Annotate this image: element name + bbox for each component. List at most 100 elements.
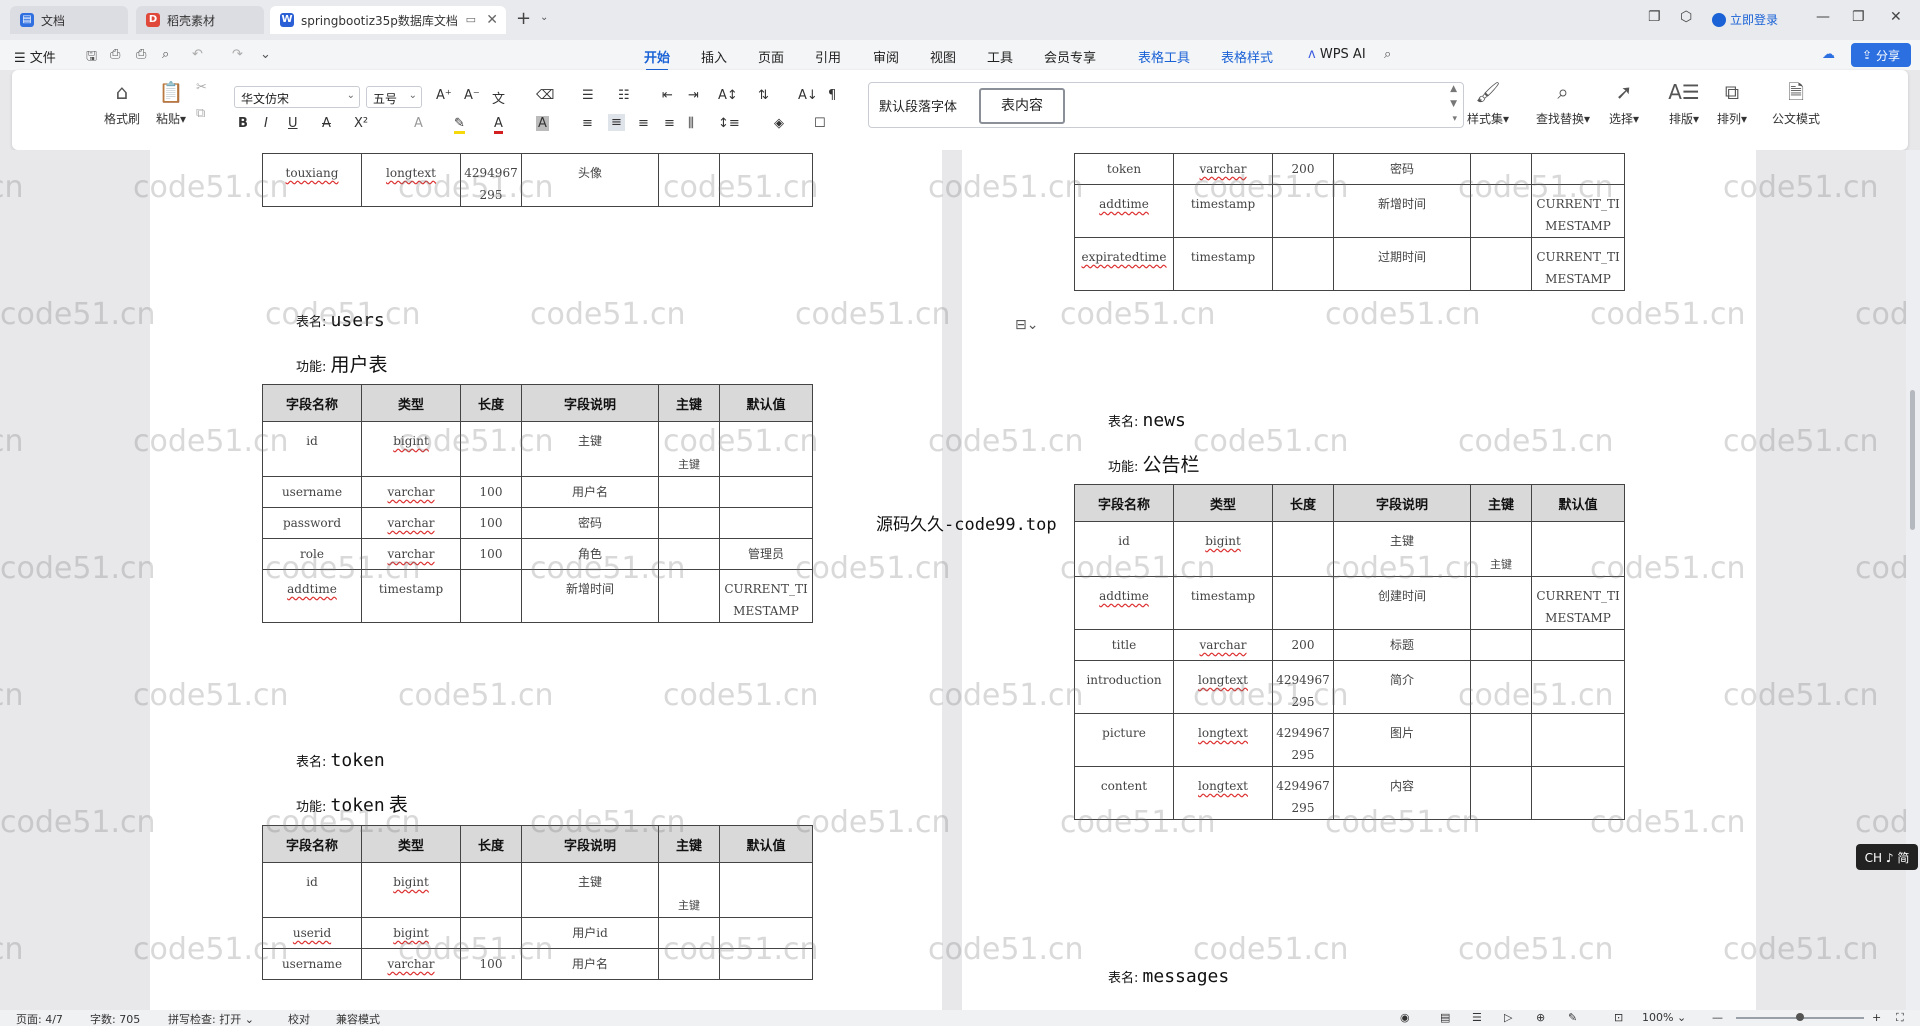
cut-icon[interactable]: ✂ <box>196 80 207 95</box>
web-view-icon[interactable]: ⊕ <box>1536 1011 1545 1024</box>
table-cell[interactable]: 用户id <box>521 917 659 949</box>
shading-icon[interactable]: ◈ <box>774 116 784 131</box>
table-cell[interactable] <box>1531 153 1625 185</box>
table-cell[interactable]: 密码 <box>521 507 659 539</box>
table-cell[interactable]: id <box>1074 521 1174 577</box>
font-size-select[interactable]: 五号 ⌄ <box>366 86 422 108</box>
page-view-icon[interactable]: ▤ <box>1440 1011 1450 1024</box>
window-close-icon[interactable]: ✕ <box>1890 9 1902 25</box>
table-cell[interactable]: userid <box>262 917 362 949</box>
table-cell[interactable]: 密码 <box>1333 153 1471 185</box>
table-cell[interactable]: 管理员 <box>719 538 813 570</box>
line-spacing-icon[interactable]: ↕≡ <box>718 116 740 131</box>
table-cell[interactable]: 200 <box>1272 153 1334 185</box>
border-icon[interactable]: ☐ <box>814 116 826 131</box>
arrange-button[interactable]: ⧉ 排列▾ <box>1710 80 1754 127</box>
table-cell[interactable]: bigint <box>361 862 461 918</box>
superscript-icon[interactable]: X² <box>354 116 368 131</box>
grow-font-icon[interactable]: A⁺ <box>436 88 452 103</box>
table-cell[interactable]: username <box>262 948 362 980</box>
save-icon[interactable]: 🖫 <box>86 47 97 69</box>
table-cell[interactable] <box>1531 660 1625 714</box>
align-center-icon[interactable]: ≡ <box>608 114 625 131</box>
decrease-indent-icon[interactable]: ⇤ <box>662 88 673 103</box>
table-cell[interactable] <box>460 862 522 918</box>
numbering-icon[interactable]: ☷ <box>618 88 630 103</box>
zoom-slider[interactable] <box>1736 1013 1864 1021</box>
table-cell[interactable] <box>1470 629 1532 661</box>
expand-icon[interactable]: ▾ <box>1452 114 1457 124</box>
table-cell[interactable]: token <box>1074 153 1174 185</box>
table-cell[interactable] <box>1272 576 1334 630</box>
ime-indicator[interactable]: CH ♪ 简 <box>1856 844 1918 870</box>
table-cell[interactable]: timestamp <box>1173 237 1273 291</box>
minimize-icon[interactable]: — <box>1816 9 1830 25</box>
table-cell[interactable]: 4294967295 <box>460 153 522 207</box>
table-cell[interactable] <box>1470 713 1532 767</box>
paste-button[interactable]: 📋 粘贴▾ <box>148 80 194 127</box>
table-cell[interactable]: id <box>262 862 362 918</box>
export-icon[interactable]: ⎙ <box>110 47 120 62</box>
table-cell[interactable]: varchar <box>361 538 461 570</box>
eye-icon[interactable]: ◉ <box>1400 1011 1410 1024</box>
table-cell[interactable]: expiratedtime <box>1074 237 1174 291</box>
table-cell[interactable]: 创建时间 <box>1333 576 1471 630</box>
table-cell[interactable]: bigint <box>361 917 461 949</box>
align-right-icon[interactable]: ≡ <box>638 116 649 131</box>
text-effect-icon[interactable]: A <box>414 116 423 131</box>
table-cell[interactable]: timestamp <box>361 569 461 623</box>
table-cell[interactable]: 4294967295 <box>1272 713 1334 767</box>
format-painter-button[interactable]: ⌂ 格式刷 <box>100 80 144 127</box>
strikethrough-icon[interactable]: A <box>322 116 331 131</box>
table-cell[interactable]: 200 <box>1272 629 1334 661</box>
chevron-down-icon[interactable]: ▼ <box>1450 99 1457 109</box>
redo-icon[interactable]: ↷ <box>232 47 243 62</box>
sort-icon[interactable]: ⇅ <box>758 88 769 103</box>
restore-icon[interactable]: ❐ <box>1852 9 1865 25</box>
table-cell[interactable] <box>1470 576 1532 630</box>
table-cell[interactable]: 4294967295 <box>1272 660 1334 714</box>
clear-format-icon[interactable]: ⌫ <box>536 88 554 103</box>
table-cell[interactable]: 过期时间 <box>1333 237 1471 291</box>
table-cell[interactable] <box>658 569 720 623</box>
table-cell[interactable]: 新增时间 <box>521 569 659 623</box>
table-cell[interactable] <box>460 917 522 949</box>
pen-icon[interactable]: ✎ <box>1568 1011 1577 1024</box>
zoom-out-icon[interactable]: — <box>1712 1011 1723 1024</box>
table-cell[interactable] <box>1470 184 1532 238</box>
outline-view-icon[interactable]: ☰ <box>1472 1011 1482 1024</box>
tab-view[interactable]: 视图 <box>930 47 956 66</box>
table-cell[interactable] <box>460 421 522 477</box>
page-indicator[interactable]: 页面: 4/7 <box>16 1011 63 1026</box>
window-icon[interactable]: ❐ <box>1648 9 1661 25</box>
zoom-in-icon[interactable]: + <box>1872 1011 1881 1024</box>
font-name-select[interactable]: 华文仿宋 ⌄ <box>234 86 360 108</box>
official-mode-button[interactable]: 🗎 公文模式 <box>1768 80 1824 127</box>
table-cell[interactable]: 主键 <box>658 421 720 477</box>
italic-icon[interactable]: I <box>264 116 268 131</box>
tab-table-style[interactable]: 表格样式 <box>1221 47 1273 66</box>
tab-table-tools[interactable]: 表格工具 <box>1138 47 1190 66</box>
table-cell[interactable]: longtext <box>1173 766 1273 820</box>
word-count[interactable]: 字数: 705 <box>90 1011 140 1026</box>
table-cell[interactable] <box>719 421 813 477</box>
style-set-button[interactable]: 🖌 样式集▾ <box>1460 80 1516 127</box>
table-cell[interactable]: 主键 <box>658 862 720 918</box>
table-cell[interactable] <box>1531 713 1625 767</box>
table-cell[interactable]: addtime <box>1074 184 1174 238</box>
table-cell[interactable]: 100 <box>460 538 522 570</box>
table-cell[interactable]: 用户名 <box>521 476 659 508</box>
table-cell[interactable] <box>1272 237 1334 291</box>
table-cell[interactable]: CURRENT_TIMESTAMP <box>1531 237 1625 291</box>
bullets-icon[interactable]: ☰ <box>582 88 594 103</box>
phonetic-icon[interactable]: 文 <box>492 88 505 107</box>
text-direction-icon[interactable]: A↕ <box>718 88 738 103</box>
table-cell[interactable]: CURRENT_TIMESTAMP <box>719 569 813 623</box>
table-cell[interactable] <box>658 917 720 949</box>
table-cell[interactable] <box>1470 237 1532 291</box>
align-left-icon[interactable]: ≡ <box>582 116 593 131</box>
select-button[interactable]: ➚ 选择▾ <box>1602 80 1646 127</box>
table-cell[interactable] <box>1531 766 1625 820</box>
table-handle-icon[interactable]: ⊟⌄ <box>1015 317 1038 333</box>
wps-ai-button[interactable]: ᴧ WPS AI <box>1308 47 1366 62</box>
